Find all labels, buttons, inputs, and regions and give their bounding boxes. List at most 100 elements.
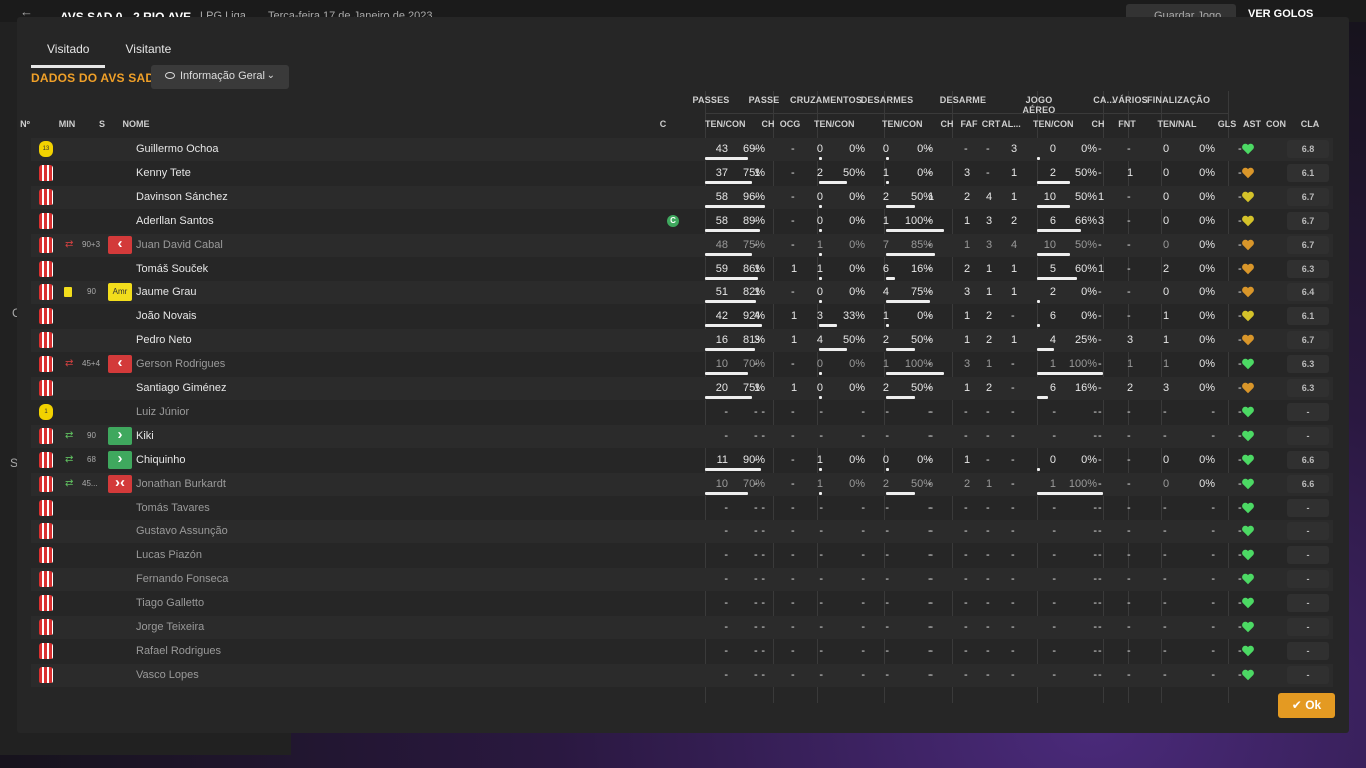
column-header[interactable]: TEN/CON bbox=[705, 119, 746, 129]
passes-bar bbox=[705, 204, 765, 208]
player-rating: - bbox=[1287, 522, 1329, 541]
aerial-percent: - bbox=[1093, 405, 1097, 418]
player-name[interactable]: Kenny Tete bbox=[136, 167, 191, 179]
table-row[interactable]: Rafael Rodrigues - - - - - - - - - - - - - - - - - - - - bbox=[31, 640, 1333, 663]
table-row[interactable]: Lucas Piazón - - - - - - - - - - - - - - - - - - - - bbox=[31, 544, 1333, 567]
tackle-faf: - bbox=[964, 143, 968, 155]
ca-ch: - bbox=[1098, 143, 1102, 155]
table-row[interactable]: Vasco Lopes - - - - - - - - - - - - - - - - - - - - bbox=[31, 663, 1333, 687]
player-name[interactable]: Aderllan Santos bbox=[136, 215, 214, 227]
table-row[interactable]: Fernando Fonseca - - - - - - - - - - - - - - - - - - - - bbox=[31, 568, 1333, 592]
ca-ch: - bbox=[1098, 453, 1102, 466]
player-name[interactable]: Jaume Grau bbox=[136, 286, 197, 298]
shots: 1 bbox=[1163, 334, 1170, 347]
column-header[interactable]: NOME bbox=[116, 119, 156, 129]
table-row[interactable]: 13 Guillermo Ochoa 43 69% - -0 0% 0 0% - - -3 0 0% - -0… bbox=[31, 138, 1333, 161]
column-header[interactable]: MIN bbox=[47, 119, 87, 129]
table-row[interactable]: Gustavo Assunção - - - - - - - - - - - - - - - - - - - - bbox=[31, 520, 1333, 544]
table-row[interactable]: ⇄ 90+3 ‹ Juan David Cabal 48 75% - -1 0% 7 85% -1 3 4… bbox=[31, 233, 1333, 257]
player-name[interactable]: Tiago Galletto bbox=[136, 597, 204, 609]
player-rating: - bbox=[1287, 546, 1329, 565]
player-name[interactable]: Gerson Rodrigues bbox=[136, 358, 225, 370]
player-name[interactable]: Jorge Teixeira bbox=[136, 621, 204, 633]
player-name[interactable]: Pedro Neto bbox=[136, 334, 192, 346]
tackle-ch: - bbox=[928, 501, 932, 514]
shots-percent: 0% bbox=[1199, 166, 1215, 179]
table-row[interactable]: Pedro Neto 16 81% 3 1 4 50% 2 50% -1 2 1 4 25% -3 1 0% -6… bbox=[31, 329, 1333, 353]
shirt-icon bbox=[39, 475, 53, 492]
pass-ch: 1 bbox=[754, 382, 761, 394]
aerial-attempts: 2 bbox=[1049, 166, 1056, 179]
column-header[interactable]: Nº bbox=[5, 119, 45, 129]
table-row[interactable]: Tiago Galletto - - - - - - - - - - - - - - - - - - - - bbox=[31, 592, 1333, 615]
player-name[interactable]: Juan David Cabal bbox=[136, 239, 223, 251]
player-name[interactable]: Luiz Júnior bbox=[136, 406, 189, 418]
player-name[interactable]: Santiago Giménez bbox=[136, 382, 227, 394]
player-name[interactable]: Chiquinho bbox=[136, 454, 186, 466]
column-header[interactable]: OCG bbox=[770, 119, 810, 129]
table-row[interactable]: Jorge Teixeira - - - - - - - - - - - - - - - - - - - - bbox=[31, 616, 1333, 639]
column-header[interactable]: AL... bbox=[991, 119, 1031, 129]
table-row[interactable]: Tomáš Souček 59 86% 1 1 1 0% 6 16% -2 1 1 5 60% 1-2 0% -… bbox=[31, 258, 1333, 281]
ok-button[interactable]: ✔ Ok bbox=[1278, 693, 1335, 718]
player-name[interactable]: Lucas Piazón bbox=[136, 549, 202, 561]
pass-ch: - bbox=[754, 143, 758, 155]
pass-ch: - bbox=[754, 477, 758, 490]
tackle-faf: - bbox=[964, 668, 968, 681]
player-name[interactable]: Vasco Lopes bbox=[136, 669, 199, 681]
table-row[interactable]: 1 Luiz Júnior - - - - - - - - - - - - - - - - - - - - bbox=[31, 401, 1333, 424]
aerial-attempts: - bbox=[1052, 573, 1056, 586]
table-row[interactable]: ⇄ 90 › Kiki - - - - - - - - - - - - - - - - - - - - bbox=[31, 424, 1333, 448]
tackles-attempts: - bbox=[885, 644, 889, 657]
player-name[interactable]: Davinson Sánchez bbox=[136, 191, 228, 203]
view-dropdown[interactable]: Informação Geral ⌄ bbox=[151, 65, 289, 89]
sub-in-badge: › bbox=[108, 450, 132, 469]
player-name[interactable]: Fernando Fonseca bbox=[136, 573, 228, 585]
column-header[interactable]: C bbox=[643, 119, 683, 129]
passes-percent: - bbox=[761, 429, 765, 442]
player-name[interactable]: Rafael Rodrigues bbox=[136, 645, 221, 657]
player-rating: - bbox=[1287, 594, 1329, 613]
table-row[interactable]: Kenny Tete 37 75% 1-2 50% 1 0% -3-1 2 50% -1 0 0% -6.… bbox=[31, 162, 1333, 185]
passes-attempts: - bbox=[724, 668, 728, 681]
player-name[interactable]: João Novais bbox=[136, 310, 197, 322]
passes-percent: - bbox=[761, 405, 765, 418]
table-row[interactable]: 90 Amr Jaume Grau 51 82% 1-0 0% 4 75% -3 1 1 2 0% - -0 0… bbox=[31, 281, 1333, 305]
player-name[interactable]: Jonathan Burkardt bbox=[136, 478, 226, 490]
column-header[interactable]: TEN/NAL bbox=[1157, 119, 1197, 129]
table-row[interactable]: ⇄ 68 › Chiquinho 11 90% - -1 0% 0 0% -1- -0 0% - -0 0% -6… bbox=[31, 449, 1333, 472]
column-header[interactable]: TEN/CON bbox=[1033, 119, 1074, 129]
table-row[interactable]: ⇄ 45... ›‹ Jonathan Burkardt 10 70% - -1 0% 2 50% -… bbox=[31, 472, 1333, 496]
passes-bar bbox=[705, 180, 752, 184]
tackles-bar bbox=[886, 324, 889, 328]
aerial-attempts: - bbox=[1052, 644, 1056, 657]
tackles-bar bbox=[886, 348, 915, 352]
table-row[interactable]: Santiago Giménez 20 75% 1 1 0 0% 2 50% -1 2-6 16% -2… bbox=[31, 377, 1333, 400]
tab-home[interactable]: Visitado bbox=[31, 39, 106, 68]
player-name[interactable]: Tomáš Souček bbox=[136, 263, 208, 275]
aerial-percent: 0% bbox=[1081, 143, 1097, 155]
table-row[interactable]: ⇄ 45+4 ‹ Gerson Rodrigues 10 70% - -0 0% 1 100% -3 1… bbox=[31, 353, 1333, 376]
table-row[interactable]: Tomás Tavares - - - - - - - - - - - - - - - - - - - - bbox=[31, 497, 1333, 520]
table-row[interactable]: Davinson Sánchez 58 96% - -0 0% 2 50% 1 2 4 1 10 50% 1… bbox=[31, 185, 1333, 209]
tab-away[interactable]: Visitante bbox=[109, 39, 187, 68]
aerial-attempts: 4 bbox=[1049, 334, 1056, 347]
tackle-al: - bbox=[1011, 668, 1015, 681]
player-name[interactable]: Gustavo Assunção bbox=[136, 525, 228, 537]
player-name[interactable]: Kiki bbox=[136, 430, 154, 442]
crosses-bar bbox=[819, 491, 822, 495]
player-name[interactable]: Guillermo Ochoa bbox=[136, 143, 219, 155]
column-header[interactable]: TEN/CON bbox=[882, 119, 923, 129]
player-name[interactable]: Tomás Tavares bbox=[136, 502, 210, 514]
column-group-header: DESARMES bbox=[860, 95, 914, 105]
shots: 0 bbox=[1163, 477, 1170, 490]
column-header[interactable]: FNT bbox=[1107, 119, 1147, 129]
column-header[interactable]: TEN/CON bbox=[814, 119, 855, 129]
tackles-attempts: - bbox=[885, 405, 889, 418]
passes-percent: - bbox=[761, 549, 765, 562]
table-row[interactable]: Aderllan Santos C 58 89% - -0 0% 1 100% -1 3 2 6 66% 3… bbox=[31, 210, 1333, 233]
player-rating: - bbox=[1287, 641, 1329, 660]
table-row[interactable]: João Novais 42 92% 4 1 3 33% 1 0% -1 2-6 0% - -1 0% -6.… bbox=[31, 305, 1333, 328]
passes-percent: 75% bbox=[742, 238, 765, 251]
column-header[interactable]: CLA bbox=[1290, 119, 1330, 129]
